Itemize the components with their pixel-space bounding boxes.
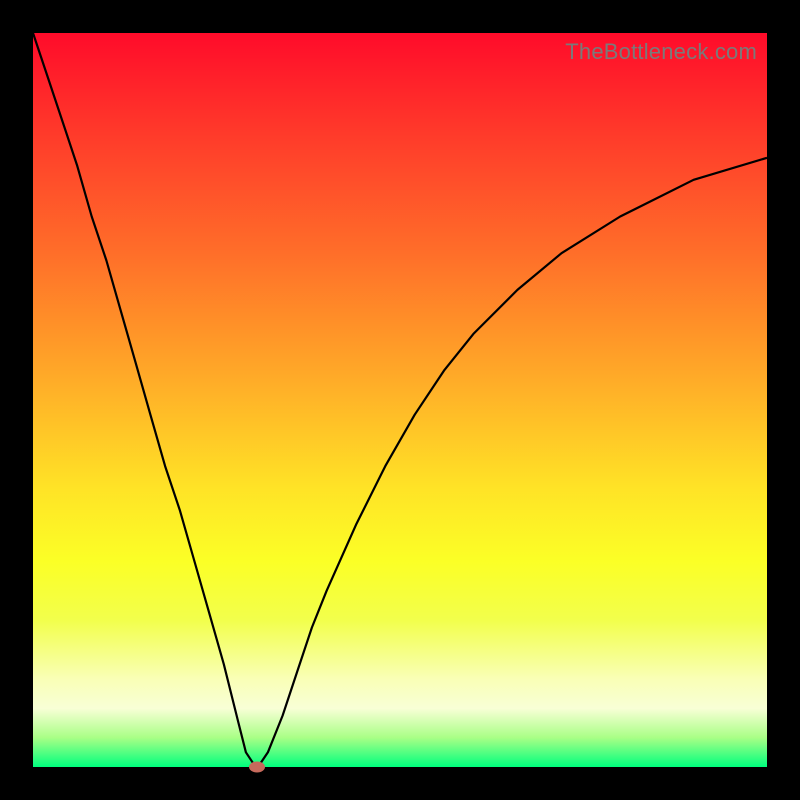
curve-path [33,33,767,763]
plot-area: TheBottleneck.com [33,33,767,767]
chart-frame: TheBottleneck.com [0,0,800,800]
bottleneck-curve [33,33,767,767]
minimum-marker [249,762,265,773]
